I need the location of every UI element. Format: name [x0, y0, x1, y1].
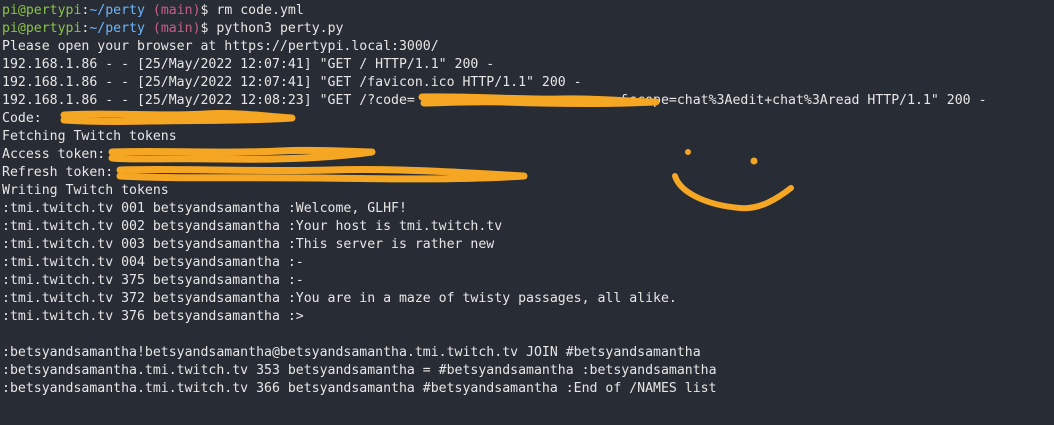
prompt-user: pi@pertypi: [2, 21, 82, 36]
output-line: Writing Twitch tokens: [2, 183, 169, 198]
output-line: Refresh token:: [2, 165, 114, 180]
output-line: :tmi.twitch.tv 004 betsyandsamantha :-: [2, 255, 304, 270]
output-line: 192.168.1.86 - - [25/May/2022 12:07:41] …: [2, 57, 495, 72]
output-line: 192.168.1.86 - - [25/May/2022 12:07:41] …: [2, 75, 582, 90]
output-line: Access token:: [2, 147, 106, 162]
terminal-output: pi@pertypi:~/perty (main)$ rm code.yml p…: [2, 2, 987, 398]
output-line: :tmi.twitch.tv 372 betsyandsamantha :You…: [2, 291, 677, 306]
output-line: Code:: [2, 111, 42, 126]
output-line: :betsyandsamantha.tmi.twitch.tv 353 bets…: [2, 363, 717, 378]
output-line: :betsyandsamantha.tmi.twitch.tv 366 bets…: [2, 381, 717, 396]
output-line: :tmi.twitch.tv 002 betsyandsamantha :You…: [2, 219, 503, 234]
prompt-line: pi@pertypi:~/perty (main)$ python3 perty…: [2, 20, 987, 38]
output-line: 192.168.1.86 - - [25/May/2022 12:08:23] …: [2, 93, 987, 108]
output-line: :tmi.twitch.tv 375 betsyandsamantha :-: [2, 273, 304, 288]
output-line: :tmi.twitch.tv 001 betsyandsamantha :Wel…: [2, 201, 407, 216]
prompt-branch: (main): [152, 21, 201, 36]
prompt-user: pi@pertypi: [2, 3, 82, 18]
output-line: :tmi.twitch.tv 003 betsyandsamantha :Thi…: [2, 237, 495, 252]
prompt-path: ~/perty: [89, 3, 145, 18]
output-line: Please open your browser at https://pert…: [2, 39, 439, 54]
output-line: :tmi.twitch.tv 376 betsyandsamantha :>: [2, 309, 304, 324]
prompt-path: ~/perty: [89, 21, 145, 36]
terminal-window[interactable]: pi@pertypi:~/perty (main)$ rm code.yml p…: [0, 0, 1054, 425]
prompt-line: pi@pertypi:~/perty (main)$ rm code.yml: [2, 2, 987, 20]
prompt-command: rm code.yml: [208, 3, 304, 18]
output-line: :betsyandsamantha!betsyandsamantha@betsy…: [2, 345, 701, 360]
prompt-command: python3 perty.py: [208, 21, 344, 36]
output-line: Fetching Twitch tokens: [2, 129, 177, 144]
prompt-branch: (main): [152, 3, 201, 18]
